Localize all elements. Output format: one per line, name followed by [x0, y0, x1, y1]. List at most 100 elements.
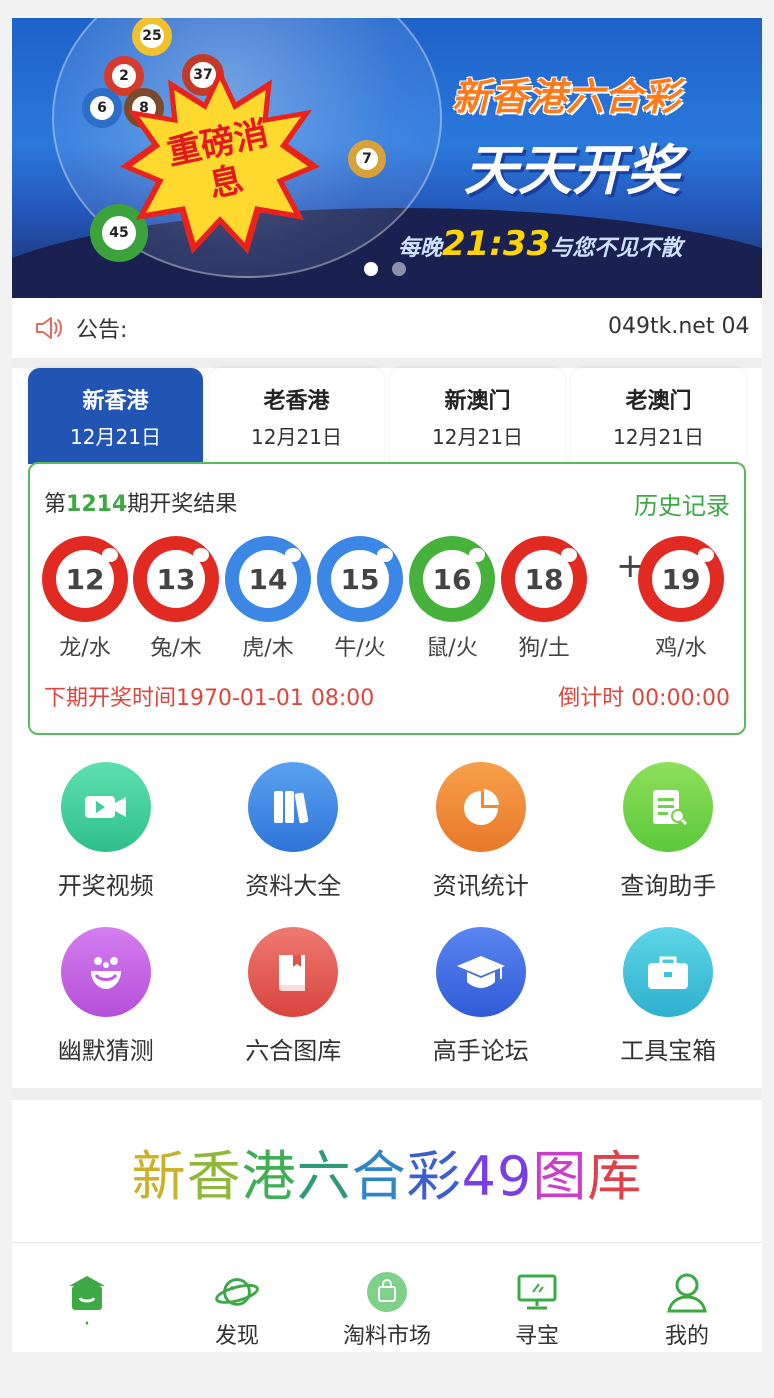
grid-item-draw-video[interactable]: 开奖视频 — [12, 748, 200, 913]
grid-item-forum[interactable]: 高手论坛 — [387, 913, 575, 1078]
grid-label: 六合图库 — [245, 1037, 342, 1065]
tab-date: 12月21日 — [70, 424, 161, 449]
nav-item-discover[interactable]: 发现 — [162, 1258, 312, 1352]
nav-label: 寻宝 — [514, 1324, 559, 1349]
nav-item-market[interactable]: 淘料市场 — [312, 1258, 462, 1352]
banner-time: 21:33 — [442, 224, 551, 264]
ball-circle: 15 — [317, 536, 403, 622]
toolbox-icon — [623, 927, 714, 1017]
home-shop-icon — [65, 1270, 109, 1314]
result-suffix: 期开奖结果 — [127, 492, 238, 517]
nav-item-treasure[interactable]: 寻宝 — [462, 1258, 612, 1352]
grid-label: 开奖视频 — [57, 872, 154, 900]
grid-item-query[interactable]: 查询助手 — [575, 748, 763, 913]
tab-date: 12月21日 — [613, 424, 704, 449]
book-icon — [248, 927, 339, 1017]
ball-circle: 12 — [42, 536, 128, 622]
draw-result-card: 第1214期开奖结果 历史记录 12 龙/水 13 兔/木 14 虎/木 15 … — [28, 462, 746, 735]
grid-item-data[interactable]: 资料大全 — [200, 748, 388, 913]
lottery-ball-icon: 45 — [90, 204, 148, 262]
result-heading: 第1214期开奖结果 — [44, 486, 237, 518]
gallery-title-char: 49 — [461, 1144, 533, 1208]
graduation-cap-icon — [435, 927, 526, 1017]
ball-circle: 16 — [409, 536, 495, 622]
user-icon — [665, 1270, 709, 1314]
tab-name: 新香港 — [82, 388, 149, 414]
ball-number: 15 — [340, 562, 380, 596]
ball-number: 14 — [248, 562, 288, 596]
ball-circle: 13 — [133, 536, 219, 622]
video-camera-icon — [60, 762, 151, 852]
ball-number: 16 — [432, 562, 472, 596]
ball-zodiac: 鸡/水 — [655, 636, 707, 661]
market-bag-icon — [365, 1270, 409, 1314]
ball-number: 13 — [156, 562, 196, 596]
gallery-banner[interactable]: 新香港六合彩49图库 — [12, 1100, 762, 1242]
speaker-icon — [36, 317, 62, 339]
nav-label: 淘料市场 — [342, 1324, 431, 1349]
ball-circle: 18 — [501, 536, 587, 622]
banner-title: 新香港六合彩 — [452, 75, 681, 119]
tab-name: 新澳门 — [444, 388, 511, 414]
grid-label: 资讯统计 — [432, 872, 529, 900]
result-ball: 12 龙/水 — [42, 536, 128, 662]
ball-zodiac: 鼠/火 — [426, 636, 478, 661]
ball-zodiac: 狗/土 — [518, 636, 570, 661]
divider — [12, 358, 762, 368]
promo-banner[interactable]: 25 37 2 6 8 7 45 重磅消息 新香港六合彩 天天开奖 每晚21:3… — [12, 18, 762, 298]
feature-grid: 开奖视频 资料大全 资讯统计 查询助手 幽默猜测 六合图库 高手论坛 工具宝箱 — [12, 748, 762, 1088]
result-ball: 18 狗/土 — [501, 536, 587, 662]
planet-icon — [215, 1270, 259, 1314]
grid-label: 工具宝箱 — [620, 1037, 717, 1065]
grid-label: 幽默猜测 — [57, 1037, 154, 1065]
history-link[interactable]: 历史记录 — [634, 486, 730, 521]
special-ball: 19 鸡/水 — [638, 536, 724, 662]
result-ball: 15 牛/火 — [317, 536, 403, 662]
grid-label: 资料大全 — [245, 872, 342, 900]
nav-item-mine[interactable]: 我的 — [612, 1258, 762, 1352]
grid-item-statistics[interactable]: 资讯统计 — [387, 748, 575, 913]
tab-old-macau[interactable]: 老澳门 12月21日 — [571, 368, 746, 464]
region-tabs: 新香港 12月21日 老香港 12月21日 新澳门 12月21日 老澳门 12月… — [28, 368, 746, 464]
banner-subtitle: 天天开奖 — [464, 139, 680, 202]
ball-zodiac: 虎/木 — [242, 636, 294, 661]
gallery-title-char: 香 — [186, 1144, 242, 1208]
clown-face-icon — [60, 927, 151, 1017]
result-ball: 16 鼠/火 — [409, 536, 495, 662]
books-icon — [248, 762, 339, 852]
banner-time-suffix: 与您不见不散 — [550, 236, 683, 261]
notice-marquee[interactable]: 049tk.net 04 — [608, 314, 749, 339]
tab-name: 老澳门 — [625, 388, 692, 414]
grid-label: 查询助手 — [620, 872, 717, 900]
grid-item-gallery[interactable]: 六合图库 — [200, 913, 388, 1078]
ball-number: 12 — [65, 562, 105, 596]
gallery-title-char: 新 — [131, 1144, 187, 1208]
tab-name: 老香港 — [263, 388, 330, 414]
tab-new-hongkong[interactable]: 新香港 12月21日 — [28, 368, 203, 464]
tab-new-macau[interactable]: 新澳门 12月21日 — [390, 368, 565, 464]
lottery-ball-icon: 7 — [348, 140, 386, 178]
banner-time-line: 每晚21:33与您不见不散 — [398, 224, 682, 264]
monitor-icon — [515, 1270, 559, 1314]
notice-bar: 公告: 049tk.net 04 — [12, 298, 762, 358]
tab-old-hongkong[interactable]: 老香港 12月21日 — [209, 368, 384, 464]
divider — [12, 1088, 762, 1100]
ball-zodiac: 兔/木 — [150, 636, 202, 661]
ball-zodiac: 龙/水 — [59, 636, 111, 661]
carousel-dots — [364, 262, 406, 276]
tab-date: 12月21日 — [432, 424, 523, 449]
app-page: 25 37 2 6 8 7 45 重磅消息 新香港六合彩 天天开奖 每晚21:3… — [12, 18, 762, 1352]
gallery-title-char: 库 — [587, 1144, 643, 1208]
gallery-title-char: 六 — [296, 1144, 352, 1208]
gallery-title: 新香港六合彩49图库 — [132, 1132, 643, 1211]
nav-item-home[interactable]: · — [12, 1258, 162, 1352]
carousel-dot[interactable] — [392, 262, 406, 276]
grid-item-toolbox[interactable]: 工具宝箱 — [575, 913, 763, 1078]
carousel-dot[interactable] — [364, 262, 378, 276]
grid-item-humor-guess[interactable]: 幽默猜测 — [12, 913, 200, 1078]
nav-label: 发现 — [214, 1324, 259, 1349]
nav-label: · — [83, 1312, 91, 1337]
ball-number: 19 — [661, 562, 701, 596]
issue-number: 1214 — [66, 492, 128, 517]
ball-circle: 19 — [638, 536, 724, 622]
